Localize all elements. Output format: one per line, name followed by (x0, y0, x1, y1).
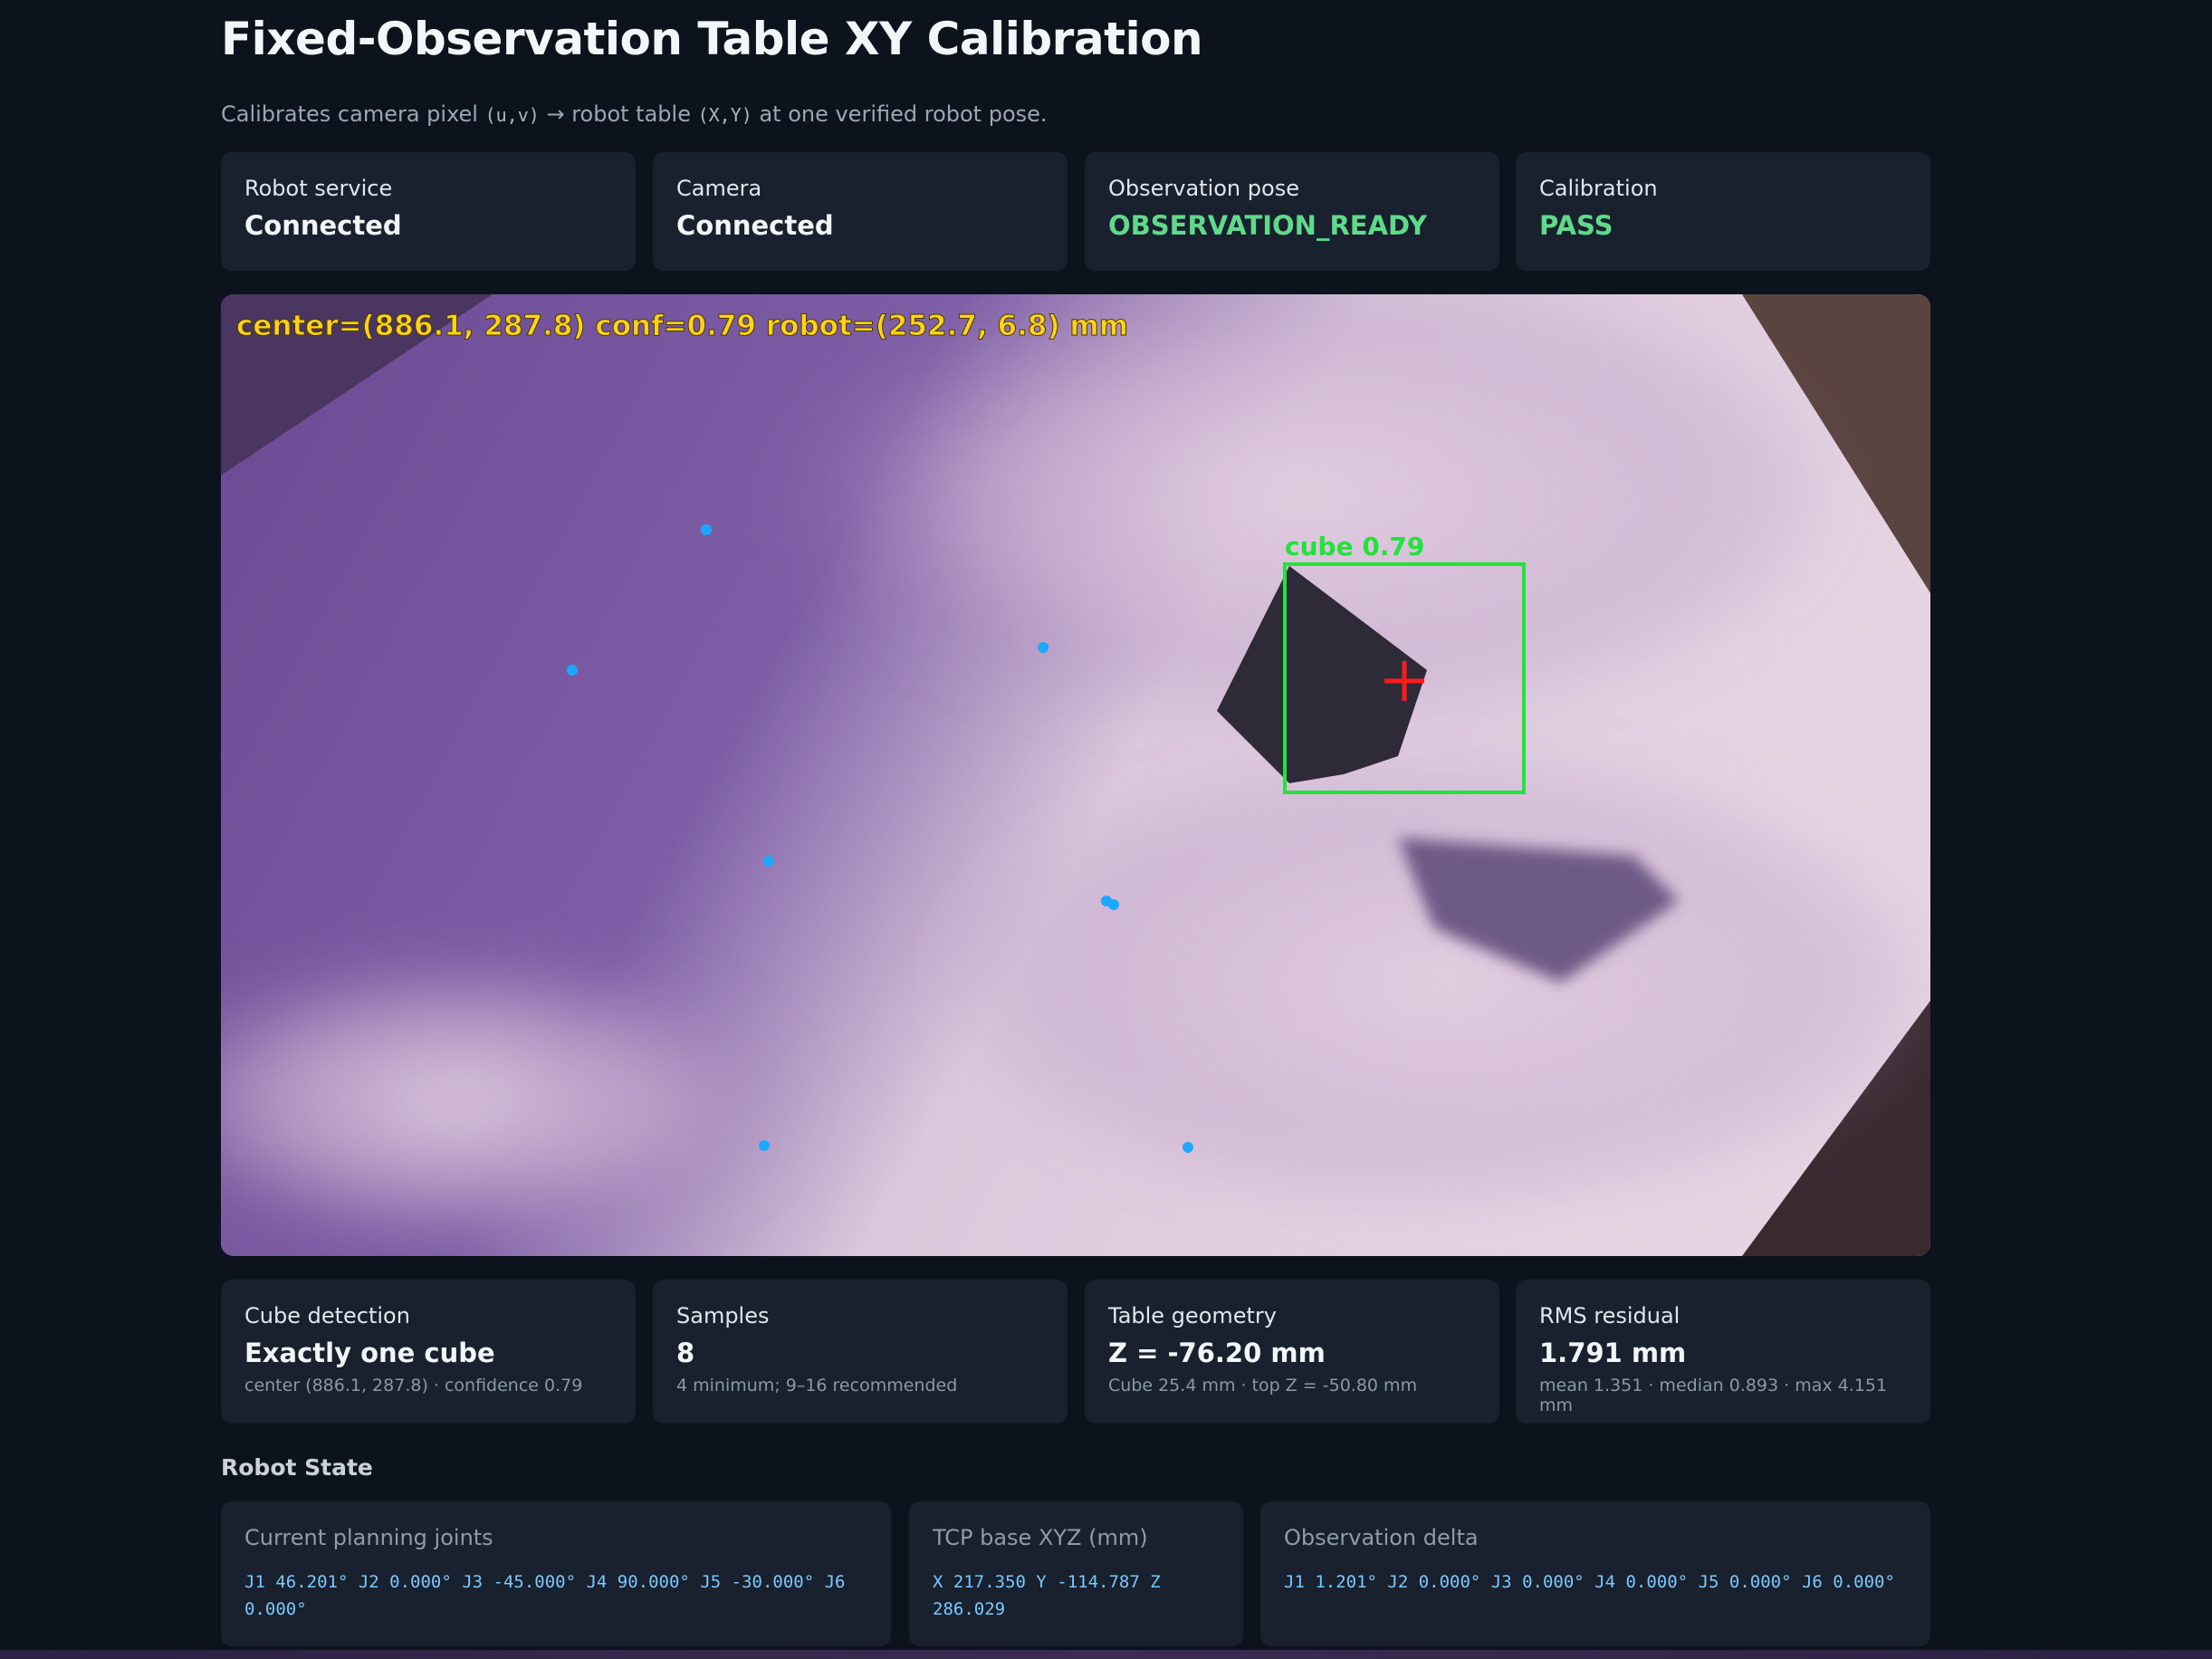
bottom-bar (0, 1650, 2212, 1659)
observation-delta-card: Observation delta J1 1.201° J2 0.000° J3… (1260, 1501, 1930, 1646)
robot-service-value: Connected (244, 210, 402, 241)
planning-joints-card: Current planning joints J1 46.201° J2 0.… (221, 1501, 891, 1646)
observation-pose-label: Observation pose (1108, 176, 1299, 201)
camera-card: Camera Connected (653, 152, 1068, 271)
samples-label: Samples (676, 1303, 770, 1328)
sample-point (763, 856, 774, 867)
robot-state-title: Robot State (221, 1454, 373, 1481)
cube-detection-card: Cube detection Exactly one cube center (… (221, 1280, 636, 1424)
tcp-xyz-label: TCP base XYZ (mm) (933, 1525, 1148, 1550)
robot-service-label: Robot service (244, 176, 393, 201)
rms-residual-label: RMS residual (1539, 1303, 1681, 1328)
samples-sub: 4 minimum; 9–16 recommended (676, 1376, 958, 1395)
observation-delta-value: J1 1.201° J2 0.000° J3 0.000° J4 0.000° … (1284, 1572, 1895, 1592)
cube-detection-value: Exactly one cube (244, 1338, 495, 1368)
samples-card: Samples 8 4 minimum; 9–16 recommended (653, 1280, 1068, 1424)
calibration-label: Calibration (1539, 176, 1658, 201)
calibration-card: Calibration PASS (1516, 152, 1930, 271)
sample-point (567, 665, 578, 676)
sample-point (1038, 642, 1049, 653)
page-subtitle: Calibrates camera pixel (u,v) → robot ta… (221, 101, 1048, 127)
rms-residual-value: 1.791 mm (1539, 1338, 1687, 1368)
table-geometry-label: Table geometry (1108, 1303, 1277, 1328)
sample-point (701, 524, 712, 535)
observation-pose-value: OBSERVATION_READY (1108, 210, 1427, 241)
tcp-xyz-card: TCP base XYZ (mm) X 217.350 Y -114.787 Z… (909, 1501, 1243, 1646)
planning-joints-value: J1 46.201° J2 0.000° J3 -45.000° J4 90.0… (244, 1572, 846, 1619)
planning-joints-label: Current planning joints (244, 1525, 493, 1550)
light-region-lower-right (936, 747, 1930, 1218)
xy-code: (X,Y) (697, 104, 752, 126)
sample-point (1108, 899, 1119, 910)
camera-label: Camera (676, 176, 762, 201)
sample-point (1183, 1142, 1193, 1153)
detection-label: cube 0.79 (1285, 532, 1424, 561)
robot-service-card: Robot service Connected (221, 152, 636, 271)
sample-point (759, 1140, 770, 1151)
table-geometry-card: Table geometry Z = -76.20 mm Cube 25.4 m… (1085, 1280, 1499, 1424)
uv-code: (u,v) (484, 104, 540, 126)
page-title: Fixed-Observation Table XY Calibration (221, 13, 1203, 65)
table-geometry-value: Z = -76.20 mm (1108, 1338, 1326, 1368)
calibration-value: PASS (1539, 210, 1614, 241)
tcp-xyz-value: X 217.350 Y -114.787 Z 286.029 (933, 1572, 1161, 1619)
camera-frame: cube 0.79 center=(886.1, 287.8) conf=0.7… (221, 294, 1930, 1256)
observation-delta-label: Observation delta (1284, 1525, 1479, 1550)
rms-residual-card: RMS residual 1.791 mm mean 1.351 · media… (1516, 1280, 1930, 1424)
cube-detection-sub: center (886.1, 287.8) · confidence 0.79 (244, 1376, 583, 1395)
overlay-info-text: center=(886.1, 287.8) conf=0.79 robot=(2… (236, 310, 1128, 342)
camera-value: Connected (676, 210, 834, 241)
camera-feed[interactable]: cube 0.79 center=(886.1, 287.8) conf=0.7… (221, 294, 1930, 1256)
samples-value: 8 (676, 1338, 695, 1368)
cube-detection-label: Cube detection (244, 1303, 410, 1328)
observation-pose-card: Observation pose OBSERVATION_READY (1085, 152, 1499, 271)
rms-residual-sub: mean 1.351 · median 0.893 · max 4.151 mm (1539, 1376, 1888, 1415)
table-geometry-sub: Cube 25.4 mm · top Z = -50.80 mm (1108, 1376, 1418, 1395)
